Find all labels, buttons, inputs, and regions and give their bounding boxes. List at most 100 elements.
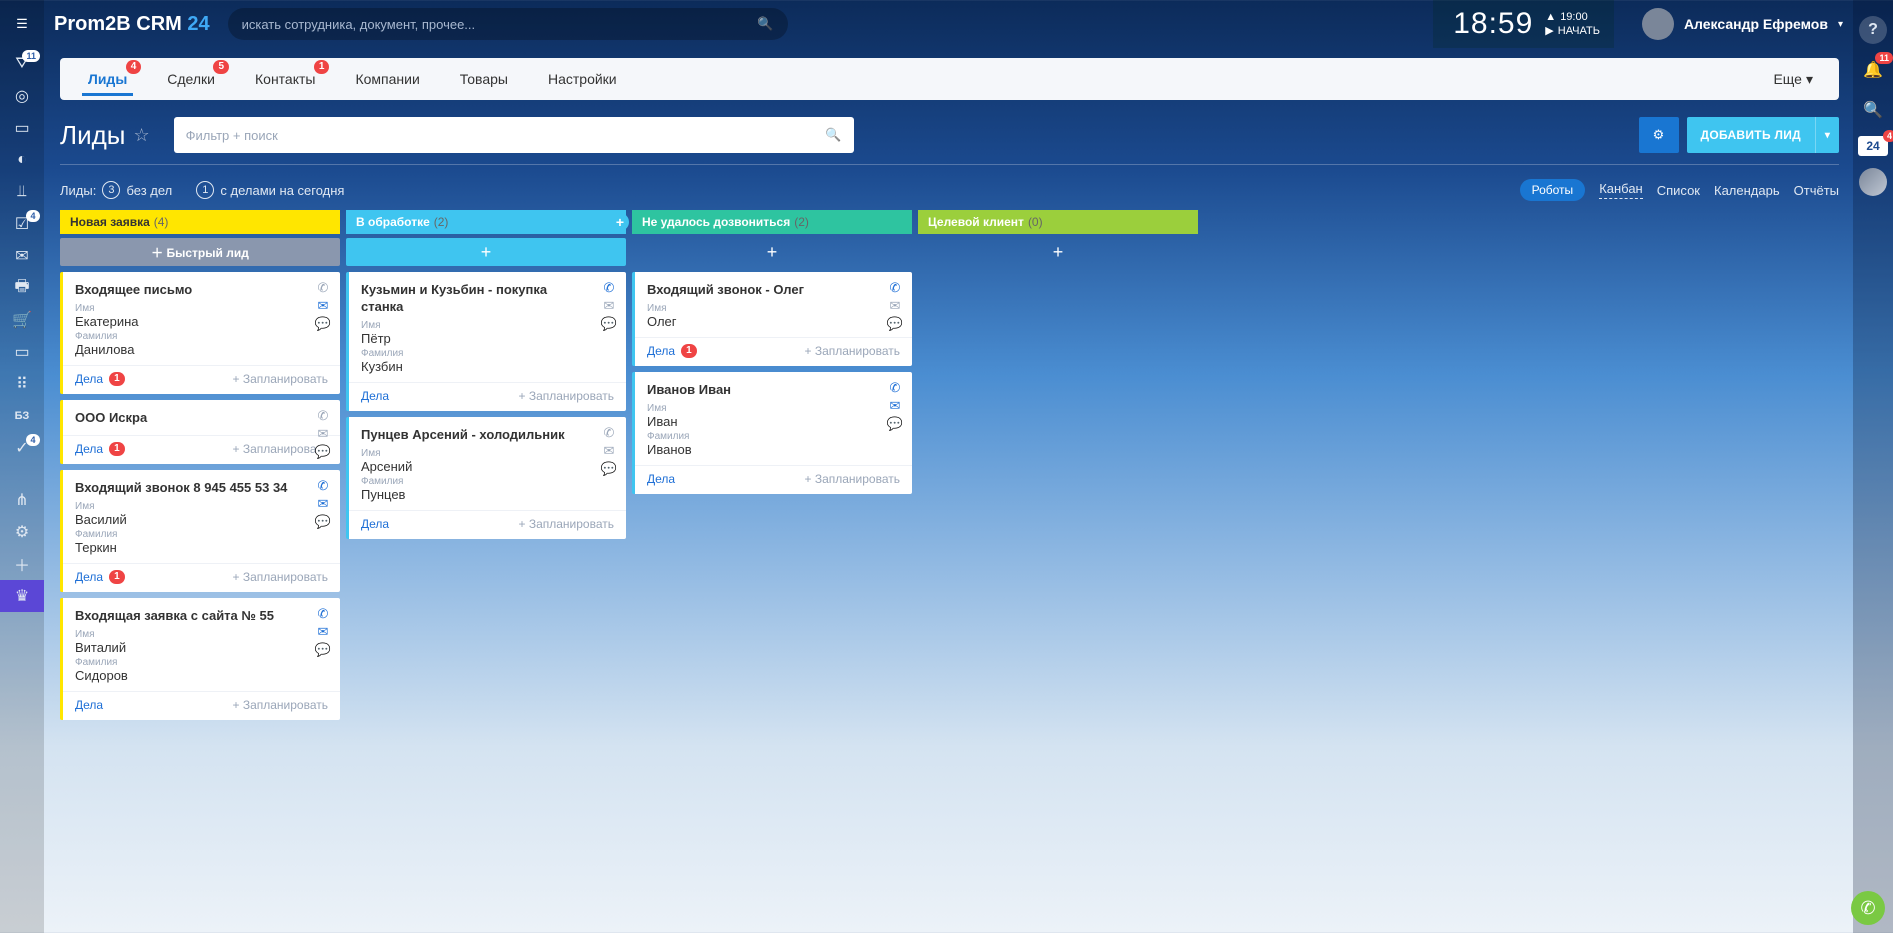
nav-tab-2[interactable]: Контакты1 [235,58,335,100]
view-kanban[interactable]: Канбан [1599,181,1643,199]
help-icon[interactable]: ? [1859,16,1887,44]
chevron-down-icon[interactable]: ▾ [1815,117,1839,153]
rail-print-icon[interactable]: 🖶 [0,272,44,304]
rail-cart-icon[interactable]: 🛒 [0,304,44,336]
phone-icon[interactable]: ✆ [314,606,332,622]
card-plan-link[interactable]: + Запланировать [232,372,328,386]
card-deals-link[interactable]: Дела 1 [75,570,125,584]
filter-input[interactable] [186,128,826,143]
app-logo[interactable]: Prom2B CRM 24 [54,13,210,36]
rail-crown-icon[interactable]: ♛ [0,580,44,612]
column-add-button[interactable]: + [632,238,912,266]
card-deals-link[interactable]: Дела 1 [647,344,697,358]
chat-icon[interactable]: 💬 [314,316,332,332]
nav-more[interactable]: Еще ▾ [1755,58,1831,100]
lead-card[interactable]: Входящее письмоИмяЕкатеринаФамилияДанило… [60,272,340,394]
quick-lead-button[interactable]: ＋ Быстрый лид [60,238,340,266]
call-fab[interactable]: ✆ [1851,891,1885,925]
settings-button[interactable]: ⚙ [1639,117,1679,153]
star-icon[interactable]: ☆ [133,125,149,146]
card-deals-link[interactable]: Дела [361,517,389,531]
nav-tab-3[interactable]: Компании [335,58,439,100]
rail-sitemap-icon[interactable]: ⋔ [0,484,44,516]
lead-card[interactable]: Пунцев Арсений - холодильникИмяАрсенийФа… [346,417,626,539]
rail-calendar-icon[interactable]: ▭ [0,336,44,368]
rail-mail-icon[interactable]: ✉ [0,240,44,272]
nav-tab-1[interactable]: Сделки5 [147,58,235,100]
mail-icon[interactable]: ✉ [314,426,332,442]
robots-button[interactable]: Роботы [1520,179,1586,201]
card-plan-link[interactable]: + Запланировать [232,570,328,584]
phone-icon[interactable]: ✆ [314,280,332,296]
leads-count-today[interactable]: 1 [196,181,214,199]
chat-icon[interactable]: 💬 [314,514,332,530]
chat-icon[interactable]: 💬 [314,444,332,460]
search-icon[interactable]: 🔍 [1859,96,1887,124]
lead-card[interactable]: Входящий звонок - ОлегИмяОлег✆✉💬Дела 1+ … [632,272,912,366]
lead-card[interactable]: Иванов ИванИмяИванФамилияИванов✆✉💬Дела+ … [632,372,912,494]
search-icon[interactable] [825,127,841,143]
card-deals-link[interactable]: Дела [647,472,675,486]
phone-icon[interactable]: ✆ [886,280,904,296]
add-lead-button[interactable]: ДОБАВИТЬ ЛИД ▾ [1687,117,1840,153]
phone-icon[interactable]: ✆ [314,408,332,424]
mail-icon[interactable]: ✉ [886,298,904,314]
column-header[interactable]: Целевой клиент (0) [918,210,1198,234]
mail-icon[interactable]: ✉ [314,624,332,640]
nav-tab-5[interactable]: Настройки [528,58,637,100]
phone-icon[interactable]: ✆ [600,280,618,296]
phone-icon[interactable]: ✆ [314,478,332,494]
lead-card[interactable]: Входящий звонок 8 945 455 53 34ИмяВасили… [60,470,340,592]
chat-icon[interactable]: 💬 [886,416,904,432]
column-add-button[interactable]: + [346,238,626,266]
hamburger-menu[interactable]: ☰ [0,0,44,48]
chat-icon[interactable]: 💬 [600,316,618,332]
rail-chart-icon[interactable]: ⫫ [0,176,44,208]
view-calendar[interactable]: Календарь [1714,183,1780,198]
rail-check-icon[interactable]: ☑4 [0,208,44,240]
column-add-button[interactable]: + [918,238,1198,266]
card-deals-link[interactable]: Дела [361,389,389,403]
leads-count-nodeals[interactable]: 3 [102,181,120,199]
mail-icon[interactable]: ✉ [314,496,332,512]
phone-icon[interactable]: ✆ [600,425,618,441]
chat-icon[interactable]: 💬 [314,642,332,658]
card-deals-link[interactable]: Дела 1 [75,372,125,386]
rail-moon-icon[interactable]: ◐ [0,144,44,176]
rail-doc-icon[interactable]: ▭ [0,112,44,144]
nav-tab-0[interactable]: Лиды4 [68,58,147,100]
view-list[interactable]: Список [1657,183,1700,198]
rail-gear-icon[interactable]: ⚙ [0,516,44,548]
global-search[interactable] [228,8,788,40]
lead-card[interactable]: Кузьмин и Кузьбин - покупка станкаИмяПёт… [346,272,626,411]
view-reports[interactable]: Отчёты [1794,183,1839,198]
lead-card[interactable]: Входящая заявка с сайта № 55ИмяВиталийФа… [60,598,340,720]
rail-kb-icon[interactable]: БЗ [0,400,44,432]
rail-target-icon[interactable]: ◎ [0,80,44,112]
bell-icon[interactable]: 🔔11 [1859,56,1887,84]
rail-shield-icon[interactable]: ✓4 [0,432,44,464]
rail-plus-icon[interactable]: ＋ [0,548,44,580]
phone-icon[interactable]: ✆ [886,380,904,396]
card-deals-link[interactable]: Дела [75,698,103,712]
rail-apps-icon[interactable]: ⠿ [0,368,44,400]
column-header[interactable]: Новая заявка (4) [60,210,340,234]
user-menu[interactable]: Александр Ефремов ▾ [1642,8,1843,40]
card-deals-link[interactable]: Дела 1 [75,442,125,456]
column-add-icon[interactable]: + [611,213,629,231]
card-plan-link[interactable]: + Запланировать [518,517,614,531]
filter-search[interactable] [174,117,854,153]
mail-icon[interactable]: ✉ [600,443,618,459]
card-plan-link[interactable]: + Запланировать [518,389,614,403]
lead-card[interactable]: ООО Искра✆✉💬Дела 1+ Запланировать [60,400,340,464]
global-search-input[interactable] [242,17,758,32]
search-icon[interactable] [757,16,773,32]
card-plan-link[interactable]: + Запланировать [232,698,328,712]
nav-tab-4[interactable]: Товары [440,58,528,100]
column-header[interactable]: В обработке (2)+ [346,210,626,234]
mail-icon[interactable]: ✉ [600,298,618,314]
chat-icon[interactable]: 💬 [886,316,904,332]
b24-badge[interactable]: 244 [1858,136,1888,156]
mail-icon[interactable]: ✉ [314,298,332,314]
mail-icon[interactable]: ✉ [886,398,904,414]
